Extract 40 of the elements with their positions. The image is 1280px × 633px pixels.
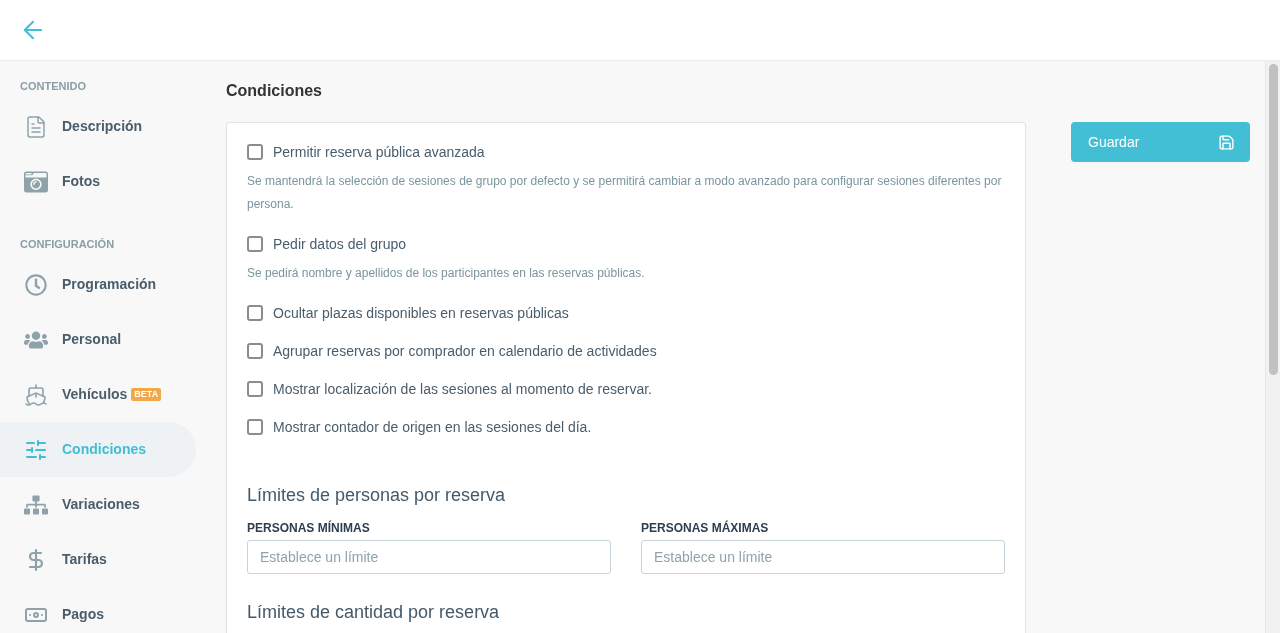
ship-icon [24,381,48,408]
save-icon [1218,133,1235,151]
checkbox[interactable] [247,144,263,160]
checkbox[interactable] [247,236,263,252]
checkbox[interactable] [247,305,263,321]
clock-icon [25,273,47,296]
checkbox-label: Mostrar contador de origen en las sesiones del día. [273,417,592,437]
scrollbar-thumb[interactable] [1268,64,1278,375]
field-label: PERSONAS MÍNIMAS [247,520,371,536]
section-heading: CONTENIDO [19,79,87,93]
field-label: PERSONAS MÁXIMAS [641,520,770,536]
nav-item[interactable]: Fotos [0,154,196,209]
section-heading: CONFIGURACIÓN [19,237,116,251]
option-description: Se pedirá nombre y apellidos de los participantes en las reservas públicas. [247,265,646,282]
limit-input[interactable]: Establece un límite [247,540,611,574]
checkbox[interactable] [247,419,263,435]
nav-item[interactable]: Vehículos BETA [0,367,196,422]
nav-item[interactable]: Pagos [0,587,196,633]
nav-item[interactable]: Tarifas [0,532,196,587]
nav-item[interactable]: Variaciones [0,477,196,532]
sitemap-icon [24,492,48,517]
checkbox[interactable] [247,381,263,397]
limit-input[interactable]: Establece un límite [641,540,1005,574]
checkbox-label: Ocultar plazas disponibles en reservas públicas [273,303,569,323]
section-heading: Límites de personas por reserva [247,484,507,507]
nav-item[interactable]: Personal [0,312,196,367]
checkbox-label: Permitir reserva pública avanzada [273,142,485,162]
nav-item[interactable]: Descripción [0,99,196,154]
option-description: Se mantendrá la selección de sesiones de grupo por defecto y se permitirá cambiar a modo avanzado para configurar sesiones diferentes por persona. [247,173,1003,213]
checkbox-label: Mostrar localización de las sesiones al momento de reservar. [273,379,652,399]
checkbox[interactable] [247,343,263,359]
page-title: Condiciones [226,81,323,101]
document-icon [24,114,48,139]
nav-item[interactable]: Programación [0,257,196,312]
section-heading: Límites de cantidad por reserva [247,601,501,624]
checkbox-label: Agrupar reservas por comprador en calendario de actividades [273,341,657,361]
sliders-icon [24,437,48,462]
status-tag: BETA [131,388,162,401]
checkbox-label: Pedir datos del grupo [273,234,407,254]
camera-icon [24,169,48,194]
